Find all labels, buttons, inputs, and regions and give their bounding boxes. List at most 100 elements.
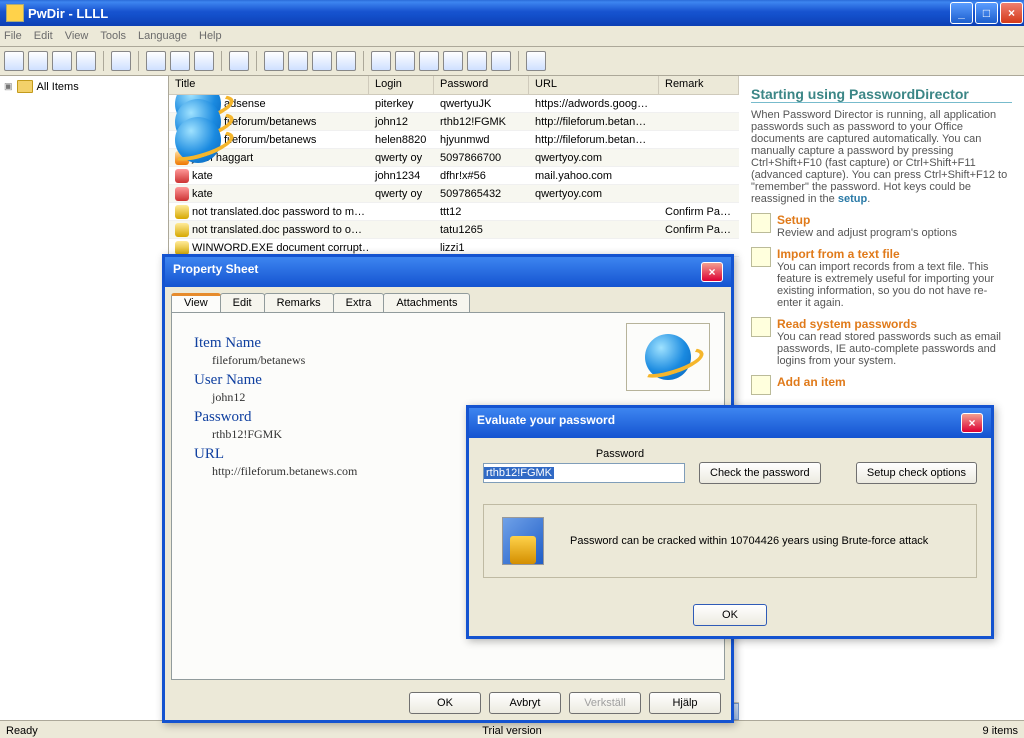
result-text: Password can be cracked within 10704426 … xyxy=(570,535,928,547)
toolbar-separator xyxy=(103,51,104,71)
col-password[interactable]: Password xyxy=(434,76,529,94)
cell-url: qwertyoy.com xyxy=(529,152,659,164)
evaluate-password-dialog: Evaluate your password × Password rthb12… xyxy=(466,405,994,639)
menu-edit[interactable]: Edit xyxy=(34,30,53,42)
tree-expand-icon[interactable]: ▣ xyxy=(4,81,13,92)
cell-password: ttt12 xyxy=(434,206,529,218)
grid-header: Title Login Password URL Remark xyxy=(169,76,739,95)
tool-settings-icon[interactable] xyxy=(336,51,356,71)
check-password-button[interactable]: Check the password xyxy=(699,462,821,484)
cell-url: mail.yahoo.com xyxy=(529,170,659,182)
tool-preview-icon[interactable] xyxy=(419,51,439,71)
cell-title: kate xyxy=(192,188,213,200)
cell-login: helen8820 xyxy=(369,134,434,146)
section-add-item[interactable]: Add an item xyxy=(777,375,846,389)
col-title[interactable]: Title xyxy=(169,76,369,94)
section-read-passwords[interactable]: Read system passwords xyxy=(777,317,1012,331)
dialog-close-button[interactable]: × xyxy=(701,262,723,282)
tree-root[interactable]: ▣ All Items xyxy=(4,80,164,93)
apply-button[interactable]: Verkställ xyxy=(569,692,641,714)
tab-remarks[interactable]: Remarks xyxy=(264,293,334,312)
cell-title: not translated.doc password to o… xyxy=(192,224,362,236)
col-login[interactable]: Login xyxy=(369,76,434,94)
maximize-button[interactable]: □ xyxy=(975,2,998,24)
tab-view[interactable]: View xyxy=(171,293,221,312)
menu-file[interactable]: File xyxy=(4,30,22,42)
help-button[interactable]: Hjälp xyxy=(649,692,721,714)
import-icon xyxy=(751,247,771,267)
help-heading: Starting using PasswordDirector xyxy=(751,86,1012,103)
table-row[interactable]: not translated.doc password to m…ttt12Co… xyxy=(169,203,739,221)
ok-button[interactable]: OK xyxy=(409,692,481,714)
table-row[interactable]: kateqwerty oy5097865432qwertyoy.com xyxy=(169,185,739,203)
tab-edit[interactable]: Edit xyxy=(220,293,265,312)
cell-login: qwerty oy xyxy=(369,152,434,164)
tool-find-icon[interactable] xyxy=(229,51,249,71)
status-right: 9 items xyxy=(983,725,1018,737)
password-label: Password xyxy=(263,448,977,460)
cancel-button[interactable]: Avbryt xyxy=(489,692,561,714)
dialog-title: Property Sheet xyxy=(173,262,258,282)
tool-doc-icon[interactable] xyxy=(443,51,463,71)
cell-login: john1234 xyxy=(369,170,434,182)
table-row[interactable]: john haggartqwerty oy5097866700qwertyoy.… xyxy=(169,149,739,167)
cell-title: kate xyxy=(192,170,213,182)
col-url[interactable]: URL xyxy=(529,76,659,94)
table-row[interactable]: not translated.doc password to o…tatu126… xyxy=(169,221,739,239)
dialog-titlebar[interactable]: Property Sheet × xyxy=(165,257,731,287)
tool-back-icon[interactable] xyxy=(111,51,131,71)
table-row[interactable]: fileforum/betanewshelen8820hjyunmwdhttp:… xyxy=(169,131,739,149)
menu-view[interactable]: View xyxy=(65,30,89,42)
row-icon xyxy=(175,223,189,237)
cell-url: qwertyoy.com xyxy=(529,188,659,200)
tool-saveall-icon[interactable] xyxy=(76,51,96,71)
toolbar-separator xyxy=(221,51,222,71)
row-icon xyxy=(175,169,189,183)
tool-copy-icon[interactable] xyxy=(170,51,190,71)
close-button[interactable]: × xyxy=(1000,2,1023,24)
tool-help-icon[interactable] xyxy=(526,51,546,71)
menu-language[interactable]: Language xyxy=(138,30,187,42)
item-icon-preview xyxy=(626,323,710,391)
tool-save-icon[interactable] xyxy=(52,51,72,71)
setup-link[interactable]: setup xyxy=(838,193,867,205)
tool-user-icon[interactable] xyxy=(264,51,284,71)
tool-open-icon[interactable] xyxy=(28,51,48,71)
folder-icon xyxy=(17,80,33,93)
value-user-name: john12 xyxy=(212,390,702,405)
table-row[interactable]: katejohn1234dfhr!x#56mail.yahoo.com xyxy=(169,167,739,185)
dialog-title: Evaluate your password xyxy=(477,413,615,433)
tab-attachments[interactable]: Attachments xyxy=(383,293,470,312)
toolbar-separator xyxy=(363,51,364,71)
ok-button[interactable]: OK xyxy=(693,604,767,626)
tree-panel: ▣ All Items xyxy=(0,76,169,720)
row-icon xyxy=(175,117,221,163)
toolbar xyxy=(0,47,1024,76)
minimize-button[interactable]: _ xyxy=(950,2,973,24)
dialog-close-button[interactable]: × xyxy=(961,413,983,433)
menu-tools[interactable]: Tools xyxy=(100,30,126,42)
tool-paste-icon[interactable] xyxy=(194,51,214,71)
tool-new-icon[interactable] xyxy=(4,51,24,71)
menu-help[interactable]: Help xyxy=(199,30,222,42)
tool-cut-icon[interactable] xyxy=(146,51,166,71)
tool-zoomout-icon[interactable] xyxy=(395,51,415,71)
password-input[interactable]: rthb12!FGMK xyxy=(483,463,685,483)
toolbar-separator xyxy=(138,51,139,71)
tree-root-label: All Items xyxy=(37,81,79,93)
dialog-titlebar[interactable]: Evaluate your password × xyxy=(469,408,991,438)
section-import[interactable]: Import from a text file xyxy=(777,247,1012,261)
ie-icon xyxy=(645,334,691,380)
section-setup[interactable]: Setup xyxy=(777,213,957,227)
tab-extra[interactable]: Extra xyxy=(333,293,385,312)
setup-options-button[interactable]: Setup check options xyxy=(856,462,977,484)
tool-eval-icon[interactable] xyxy=(467,51,487,71)
tool-print-icon[interactable] xyxy=(491,51,511,71)
tool-add-icon[interactable] xyxy=(288,51,308,71)
col-remark[interactable]: Remark xyxy=(659,76,739,94)
cell-login: piterkey xyxy=(369,98,434,110)
tool-zoomin-icon[interactable] xyxy=(371,51,391,71)
menu-bar: File Edit View Tools Language Help xyxy=(0,26,1024,47)
tool-edit-icon[interactable] xyxy=(312,51,332,71)
cell-password: lizzi1 xyxy=(434,242,529,254)
